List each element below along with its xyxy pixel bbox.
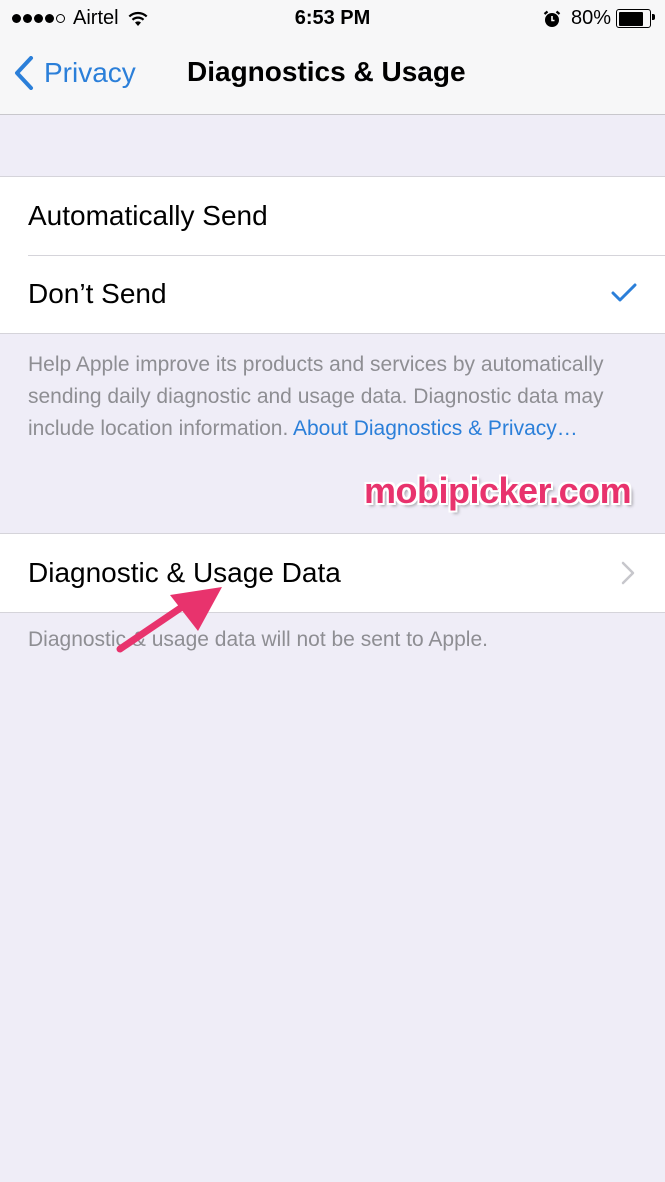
navigation-bar: Privacy Diagnostics & Usage [0, 38, 665, 115]
option-dont-send[interactable]: Don’t Send [0, 255, 665, 333]
battery-percent: 80% [570, 7, 611, 29]
page-title: Diagnostics & Usage [187, 56, 466, 87]
battery-fill [618, 11, 643, 26]
option-label: Don’t Send [28, 278, 167, 309]
battery-icon [616, 9, 655, 28]
status-bar: Airtel 6:53 PM 80% [0, 0, 665, 38]
battery-tip [652, 14, 655, 20]
watermark: mobipicker.com [364, 470, 632, 511]
diagnostic-data-group: Diagnostic & Usage Data [0, 533, 665, 613]
chevron-left-icon [15, 56, 33, 90]
option-label: Automatically Send [28, 200, 268, 231]
send-options-group: Automatically Send Don’t Send [0, 176, 665, 334]
annotation-arrow-icon [116, 587, 222, 653]
send-options-footer: Help Apple improve its products and serv… [28, 349, 643, 445]
back-button-label: Privacy [44, 57, 136, 88]
checkmark-icon [611, 283, 637, 302]
option-automatically-send[interactable]: Automatically Send [0, 177, 665, 255]
status-right: 80% [543, 7, 655, 30]
chevron-right-icon [621, 561, 635, 585]
alarm-icon [543, 10, 561, 27]
about-diagnostics-privacy-link[interactable]: About Diagnostics & Privacy… [293, 417, 578, 440]
diagnostic-usage-data-item[interactable]: Diagnostic & Usage Data [0, 534, 665, 612]
back-button[interactable]: Privacy [14, 56, 136, 90]
